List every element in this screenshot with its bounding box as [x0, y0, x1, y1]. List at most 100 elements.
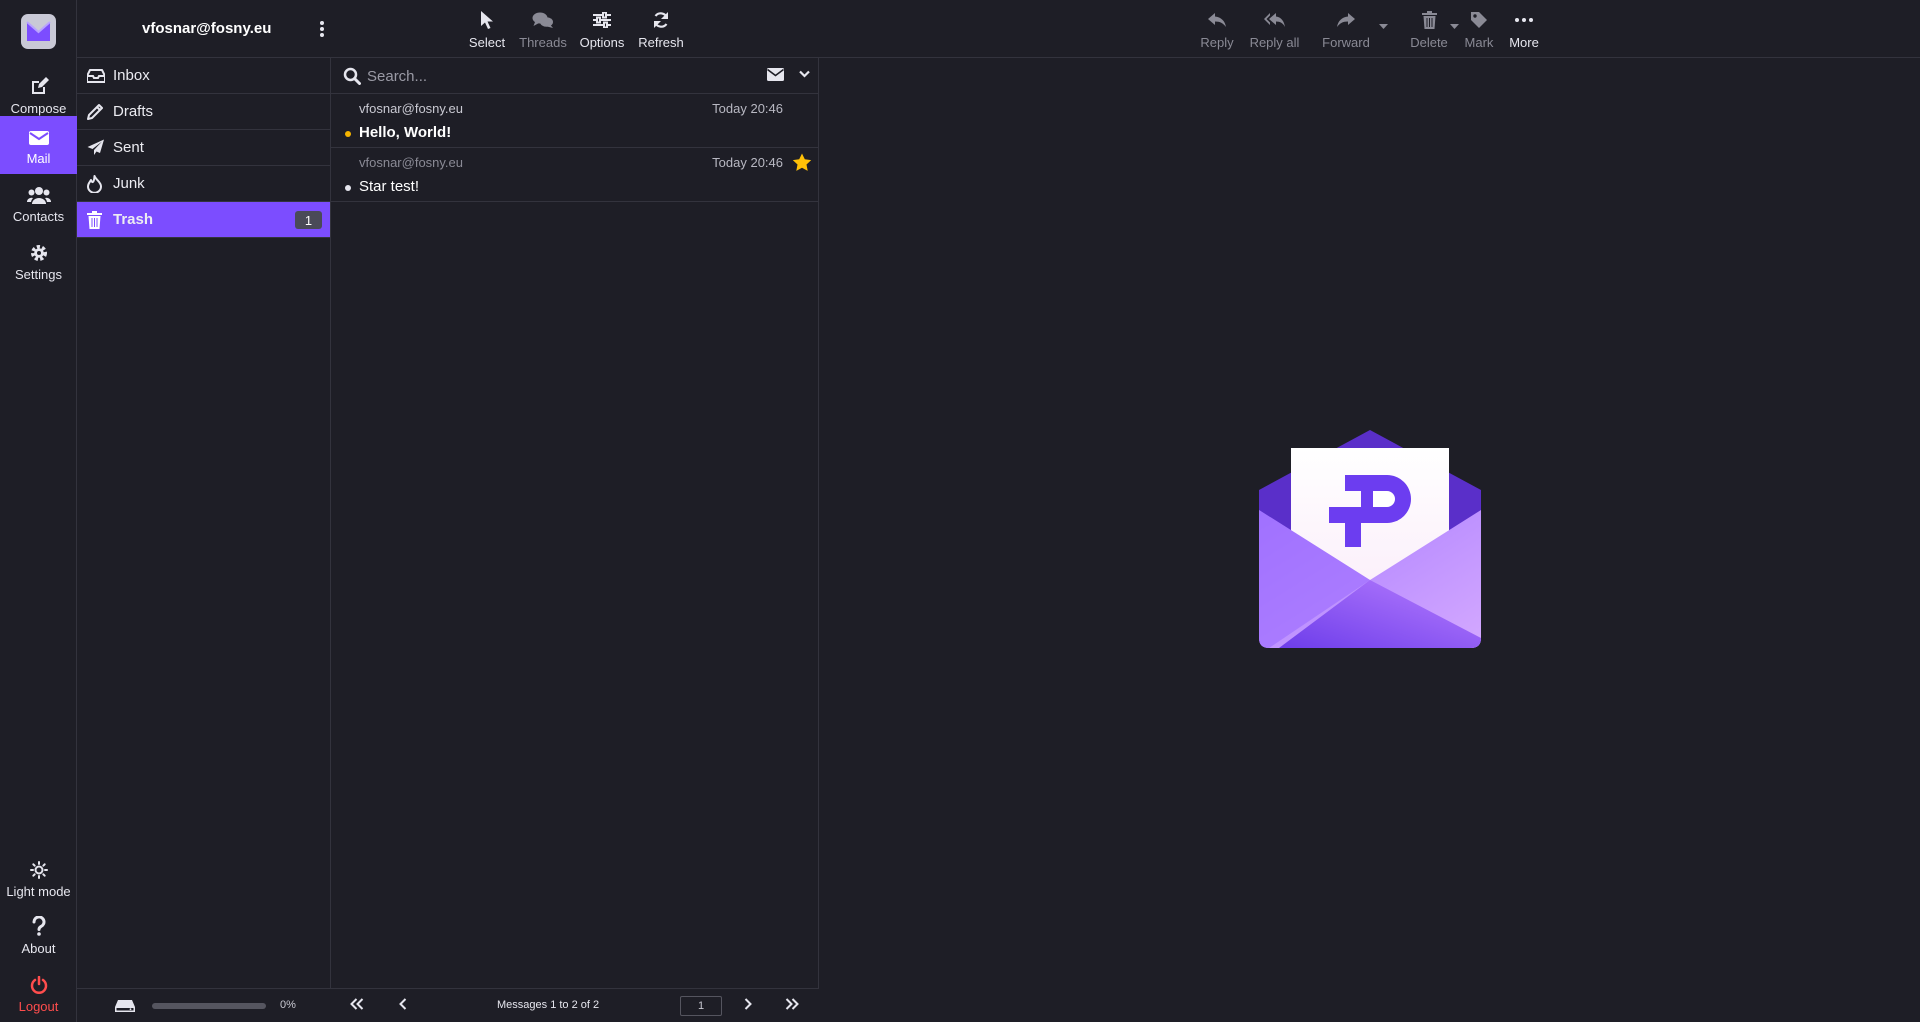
rail-about-label: About [21, 941, 56, 956]
search-bar [331, 58, 818, 94]
select-label: Select [468, 35, 506, 50]
app-logo[interactable] [21, 14, 56, 49]
delete-label: Delete [1410, 35, 1448, 50]
search-scope-button[interactable] [767, 68, 784, 81]
previous-page-button[interactable] [399, 998, 407, 1010]
rail-about[interactable]: About [0, 906, 77, 964]
caret-down-icon [1379, 24, 1388, 29]
mark-label: Mark [1464, 35, 1494, 50]
account-email: vfosnar@fosny.eu [142, 20, 272, 37]
contacts-icon [26, 182, 51, 204]
toolbar: vfosnar@fosny.eu Select Threads Options … [77, 0, 1920, 58]
trash-icon [87, 210, 113, 229]
caret-down-icon [1450, 24, 1459, 29]
status-bar: 0% Messages 1 to 2 of 2 [77, 988, 819, 1022]
message-list: vfosnar@fosny.eu Today 20:46 Hello, Worl… [331, 58, 819, 988]
rail-mail-label: Mail [26, 151, 51, 166]
folder-label: Trash [113, 211, 154, 228]
message-preview [819, 58, 1920, 1022]
folder-drafts[interactable]: Drafts [77, 94, 330, 130]
message-row[interactable]: vfosnar@fosny.eu Today 20:46 Star test! [331, 148, 818, 202]
account-menu-button[interactable] [315, 18, 329, 40]
envelope-icon [767, 68, 784, 81]
rail-contacts-label: Contacts [12, 209, 65, 224]
search-options-dropdown[interactable] [799, 70, 810, 78]
search-input[interactable] [367, 64, 747, 88]
forward-button[interactable]: Forward [1319, 8, 1373, 52]
threads-button[interactable]: Threads [516, 8, 570, 52]
select-button[interactable]: Select [467, 8, 507, 52]
tag-icon [1470, 8, 1488, 32]
folder-trash[interactable]: Trash 1 [77, 202, 330, 238]
chevron-down-icon [799, 70, 810, 78]
next-page-button[interactable] [744, 998, 752, 1010]
more-label: More [1509, 35, 1539, 50]
folder-label: Drafts [113, 103, 154, 120]
app-rail: Compose Mail Contacts Settings Light mod… [0, 0, 77, 1022]
compose-icon [29, 74, 49, 96]
read-indicator [345, 185, 351, 191]
reply-all-button[interactable]: Reply all [1247, 8, 1302, 52]
page-number-input[interactable] [680, 996, 722, 1016]
forward-icon [1336, 8, 1356, 32]
empty-preview-logo [1259, 430, 1481, 648]
rail-light-mode-label: Light mode [6, 884, 71, 899]
rail-settings[interactable]: Settings [0, 232, 77, 290]
reply-all-label: Reply all [1249, 35, 1300, 50]
reply-all-dropdown[interactable] [1379, 24, 1388, 30]
pager-label: Messages 1 to 2 of 2 [497, 999, 600, 1011]
options-button[interactable]: Options [577, 8, 627, 52]
rail-mail[interactable]: Mail [0, 116, 77, 174]
message-date: Today 20:46 [712, 155, 783, 170]
unread-indicator [345, 131, 351, 137]
options-label: Options [579, 35, 625, 50]
folder-junk[interactable]: Junk [77, 166, 330, 202]
folder-label: Inbox [113, 67, 150, 84]
rail-contacts[interactable]: Contacts [0, 174, 77, 232]
sun-icon [29, 857, 48, 879]
quota-label: 0% [280, 999, 296, 1011]
open-envelope-logo-icon [1259, 430, 1481, 648]
search-icon [343, 67, 361, 85]
mark-button[interactable]: Mark [1459, 8, 1499, 52]
refresh-button[interactable]: Refresh [636, 8, 686, 52]
folder-list: Inbox Drafts Sent Junk Trash 1 [77, 58, 331, 988]
reply-all-icon [1263, 8, 1286, 32]
first-page-button[interactable] [350, 998, 364, 1010]
message-subject: Star test! [359, 178, 420, 195]
hard-drive-icon [115, 999, 135, 1013]
folder-label: Sent [113, 139, 144, 156]
unread-count-badge: 1 [295, 211, 322, 229]
chevron-right-icon [744, 998, 752, 1010]
rail-logout[interactable]: Logout [0, 964, 77, 1022]
last-page-button[interactable] [785, 998, 799, 1010]
pencil-icon [87, 103, 113, 120]
refresh-label: Refresh [638, 35, 684, 50]
quota-progress-bar [152, 1003, 266, 1009]
ellipsis-icon [1515, 8, 1533, 32]
delete-button[interactable]: Delete [1407, 8, 1451, 52]
threads-label: Threads [519, 35, 567, 50]
paper-plane-icon [87, 139, 113, 156]
trash-icon [1421, 8, 1437, 32]
folder-sent[interactable]: Sent [77, 130, 330, 166]
folder-inbox[interactable]: Inbox [77, 58, 330, 94]
more-button[interactable]: More [1504, 8, 1544, 52]
rail-light-mode[interactable]: Light mode [0, 849, 77, 907]
message-date: Today 20:46 [712, 101, 783, 116]
double-chevron-right-icon [785, 998, 799, 1010]
envelope-logo-icon [26, 21, 51, 41]
power-icon [30, 972, 48, 994]
sliders-icon [593, 8, 611, 32]
inbox-icon [87, 68, 113, 83]
pointer-icon [480, 8, 494, 32]
refresh-icon [652, 8, 670, 32]
gear-icon [30, 240, 48, 262]
star-icon[interactable] [792, 153, 812, 172]
folder-label: Junk [113, 175, 145, 192]
reply-button[interactable]: Reply [1197, 8, 1237, 52]
rail-settings-label: Settings [15, 267, 62, 282]
message-row[interactable]: vfosnar@fosny.eu Today 20:46 Hello, Worl… [331, 94, 818, 148]
fire-icon [87, 174, 113, 193]
forward-dropdown[interactable] [1450, 24, 1459, 30]
